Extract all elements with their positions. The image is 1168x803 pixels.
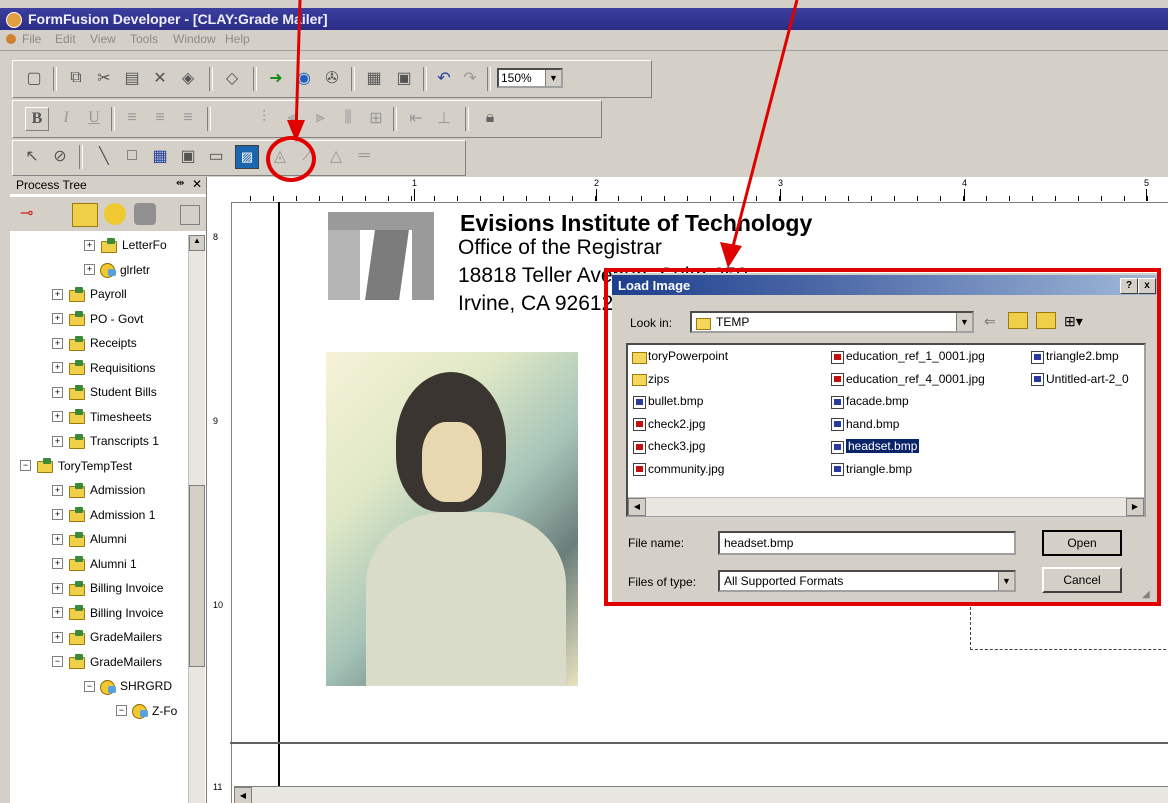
- annotation-arrows: [287, 0, 799, 268]
- arrow-head-dialog: [720, 242, 742, 268]
- arrow-head-image-tool: [287, 120, 305, 142]
- arrow-to-image-tool: [294, 0, 302, 135]
- arrow-to-dialog: [729, 0, 799, 255]
- application-window: FormFusion Developer - [CLAY:Grade Maile…: [0, 0, 1168, 803]
